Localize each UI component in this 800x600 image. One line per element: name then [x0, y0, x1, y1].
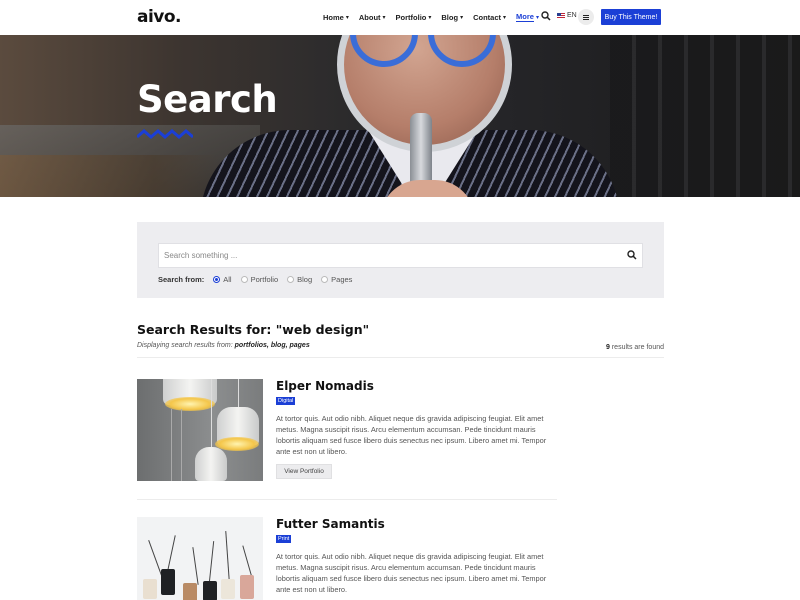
hero-background-leaves	[0, 155, 220, 197]
results-sub-sources: portfolios, blog, pages	[234, 342, 310, 349]
chevron-down-icon: ▾	[535, 14, 539, 21]
results-subtitle: Displaying search results from: portfoli…	[137, 342, 310, 349]
buy-theme-button[interactable]: Buy This Theme!	[601, 9, 661, 25]
result-divider	[137, 499, 557, 500]
us-flag-icon	[557, 13, 565, 18]
main-nav: Home ▾ About ▾ Portfolio ▾ Blog ▾ Contact ▾ M…	[323, 12, 549, 22]
nav-item-label: About	[358, 12, 381, 22]
chevron-down-icon: ▾	[345, 14, 349, 21]
radio-label: Pages	[331, 275, 353, 284]
result-category-badge[interactable]: Print	[276, 535, 292, 543]
nav-item-label: Contact	[473, 12, 501, 22]
site-header: aivo. Home ▾ About ▾ Portfolio ▾ Blog ▾ Cont…	[0, 0, 800, 35]
nav-item-home[interactable]: Home ▾	[323, 12, 349, 22]
result-excerpt: At tortor quis. Aut odio nibh. Aliquet n…	[276, 552, 547, 594]
results-title: Search Results for: "web design"	[137, 322, 370, 337]
search-input[interactable]	[159, 244, 609, 267]
radio-label: All	[223, 275, 232, 284]
radio-label: Portfolio	[250, 275, 279, 284]
filter-radio-blog[interactable]: Blog	[287, 275, 312, 284]
magnifying-glass-handle	[410, 113, 432, 189]
radio-label: Blog	[297, 275, 313, 284]
filter-radio-pages[interactable]: Pages	[321, 275, 352, 284]
chevron-down-icon: ▾	[428, 14, 432, 21]
site-logo[interactable]: aivo.	[137, 7, 182, 27]
language-switcher[interactable]: EN	[557, 12, 577, 19]
hamburger-icon	[583, 14, 589, 20]
filter-radio-all[interactable]: All	[213, 275, 232, 284]
result-category-badge[interactable]: Digital	[276, 397, 296, 405]
result-excerpt: At tortor quis. Aut odio nibh. Aliquet n…	[276, 414, 547, 456]
search-panel: Search from: All Portfolio Blog Pages	[137, 222, 664, 298]
menu-button[interactable]	[578, 9, 594, 25]
result-item: Elper Nomadis Digital At tortor quis. Au…	[137, 379, 557, 489]
view-portfolio-button[interactable]: View Portfolio	[276, 464, 332, 479]
radio-selected-icon	[213, 276, 221, 283]
nav-item-label: Portfolio	[395, 12, 427, 22]
results-divider	[137, 357, 664, 358]
zigzag-divider-icon	[137, 129, 193, 139]
hero-person-glasses	[350, 35, 500, 75]
result-item: Futter Samantis Print At tortor quis. Au…	[137, 517, 557, 600]
language-label: EN	[567, 12, 577, 19]
nav-item-label: Blog	[441, 12, 459, 22]
hero-background-windows	[610, 35, 800, 197]
nav-item-blog[interactable]: Blog ▾	[441, 12, 463, 22]
search-submit-icon[interactable]	[627, 250, 637, 260]
nav-item-portfolio[interactable]: Portfolio ▾	[396, 12, 432, 22]
nav-item-about[interactable]: About ▾	[359, 12, 386, 22]
chevron-down-icon: ▾	[460, 14, 464, 21]
nav-item-more[interactable]: More ▾	[516, 12, 539, 22]
nav-item-label: Home	[323, 12, 344, 22]
radio-icon	[240, 276, 248, 283]
search-box	[158, 243, 643, 268]
search-from-label: Search from:	[158, 275, 205, 284]
results-count-suffix: results are found	[609, 344, 664, 351]
nav-item-contact[interactable]: Contact ▾	[473, 12, 506, 22]
result-thumbnail-lamps[interactable]	[137, 379, 263, 481]
page-title: Search	[137, 78, 278, 121]
search-icon[interactable]	[541, 11, 551, 21]
radio-icon	[321, 276, 329, 283]
result-title[interactable]: Futter Samantis	[276, 517, 385, 531]
filter-radio-portfolio[interactable]: Portfolio	[240, 275, 279, 284]
search-filter: Search from: All Portfolio Blog Pages	[158, 275, 361, 284]
radio-icon	[287, 276, 295, 283]
result-thumbnail-tags[interactable]	[137, 517, 263, 600]
chevron-down-icon: ▾	[503, 14, 507, 21]
hero-banner: Search	[0, 35, 800, 197]
results-sub-prefix: Displaying search results from:	[137, 342, 235, 349]
result-title[interactable]: Elper Nomadis	[276, 379, 374, 393]
nav-item-label: More	[516, 12, 534, 22]
results-count: 9 results are found	[606, 344, 664, 351]
chevron-down-icon: ▾	[382, 14, 386, 21]
